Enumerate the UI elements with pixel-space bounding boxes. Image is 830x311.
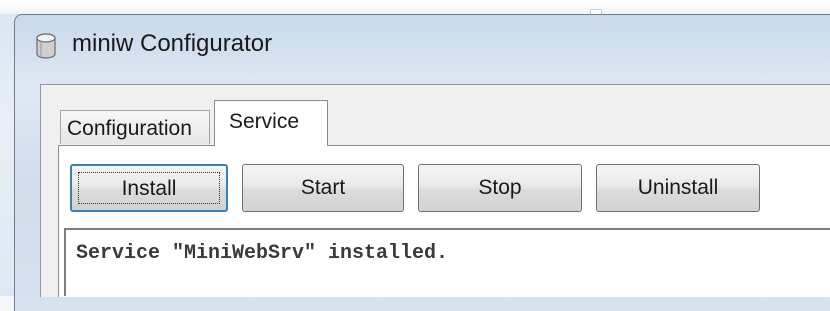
window-title: miniw Configurator [72,30,273,57]
tab-configuration[interactable]: Configuration [60,110,210,144]
stop-button-label: Stop [478,176,522,199]
uninstall-button[interactable]: Uninstall [596,164,760,212]
stop-button[interactable]: Stop [418,164,582,212]
install-button[interactable]: Install [70,164,228,212]
uninstall-button-label: Uninstall [637,176,719,199]
start-button[interactable]: Start [242,164,404,212]
start-button-label: Start [300,176,346,199]
focus-rect [78,172,220,204]
tab-service[interactable]: Service [214,100,328,146]
desktop-edge [0,0,830,14]
app-cylinder-icon [36,33,56,59]
output-message: Service "MiniWebSrv" installed. [76,242,449,265]
